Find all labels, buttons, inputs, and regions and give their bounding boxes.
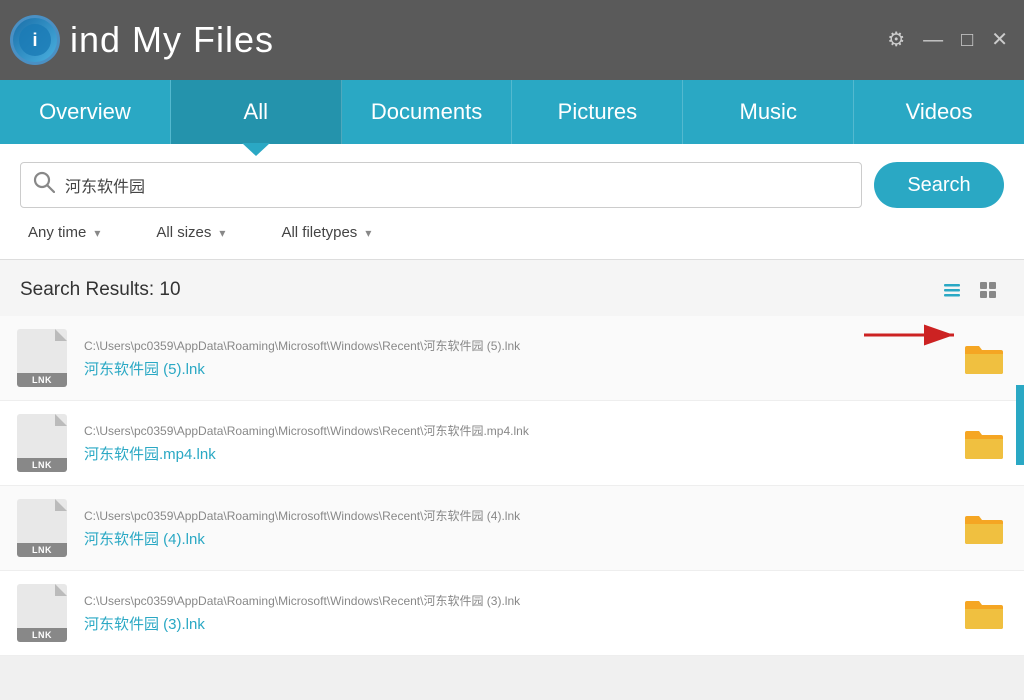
search-row: 河东软件园 Search [20, 162, 1004, 208]
file-icon: LNK [17, 414, 67, 472]
results-title: Search Results: 10 [20, 279, 181, 301]
view-controls [936, 274, 1004, 306]
tab-overview[interactable]: Overview [0, 80, 171, 144]
file-name[interactable]: 河东软件园 (4).lnk [84, 528, 958, 549]
file-path: C:\Users\pc0359\AppData\Roaming\Microsof… [84, 422, 958, 439]
file-icon-wrap: LNK [14, 413, 70, 473]
nav-tabs: Overview All Documents Pictures Music Vi… [0, 80, 1024, 144]
tab-music[interactable]: Music [683, 80, 854, 144]
list-item: LNK C:\Users\pc0359\AppData\Roaming\Micr… [0, 401, 1024, 486]
file-icon: LNK [17, 499, 67, 557]
time-filter[interactable]: Any time ▾ [20, 220, 108, 245]
file-type-label: LNK [17, 628, 67, 642]
grid-view-button[interactable] [972, 274, 1004, 306]
file-icon-wrap: LNK [14, 328, 70, 388]
file-icon: LNK [17, 584, 67, 642]
open-folder-button[interactable] [958, 417, 1010, 469]
search-area: 河东软件园 Search Any time ▾ All sizes ▾ All … [0, 144, 1024, 260]
file-icon-wrap: LNK [14, 498, 70, 558]
file-info: C:\Users\pc0359\AppData\Roaming\Microsof… [84, 337, 958, 379]
filetype-filter-chevron: ▾ [365, 226, 371, 240]
title-controls: ⚙ — □ ✕ [887, 30, 1008, 50]
list-view-button[interactable] [936, 274, 968, 306]
settings-icon[interactable]: ⚙ [887, 30, 905, 50]
open-folder-button[interactable] [958, 502, 1010, 554]
list-item: LNK C:\Users\pc0359\AppData\Roaming\Micr… [0, 486, 1024, 571]
file-path: C:\Users\pc0359\AppData\Roaming\Microsof… [84, 592, 958, 609]
size-filter-label: All sizes [156, 224, 211, 241]
file-icon-wrap: LNK [14, 583, 70, 643]
tab-documents[interactable]: Documents [342, 80, 513, 144]
filters-row: Any time ▾ All sizes ▾ All filetypes ▾ [20, 220, 1004, 245]
time-filter-chevron: ▾ [94, 226, 100, 240]
file-info: C:\Users\pc0359\AppData\Roaming\Microsof… [84, 422, 958, 464]
svg-text:i: i [32, 30, 37, 50]
file-path: C:\Users\pc0359\AppData\Roaming\Microsof… [84, 337, 958, 354]
maximize-button[interactable]: □ [961, 30, 973, 50]
file-type-label: LNK [17, 458, 67, 472]
results-header: Search Results: 10 [0, 260, 1024, 316]
size-filter-chevron: ▾ [219, 226, 225, 240]
file-info: C:\Users\pc0359\AppData\Roaming\Microsof… [84, 592, 958, 634]
app-logo: i [10, 15, 60, 65]
filetype-filter-label: All filetypes [281, 224, 357, 241]
open-folder-button[interactable] [958, 587, 1010, 639]
filetype-filter[interactable]: All filetypes ▾ [273, 220, 379, 245]
arrow-annotation [854, 315, 974, 360]
time-filter-label: Any time [28, 224, 86, 241]
app-logo-inner: i [13, 18, 57, 62]
tab-videos[interactable]: Videos [854, 80, 1024, 144]
file-type-label: LNK [17, 543, 67, 557]
scrollbar-thumb[interactable] [1016, 385, 1024, 465]
file-list: LNK C:\Users\pc0359\AppData\Roaming\Micr… [0, 316, 1024, 656]
app-title: ind My Files [70, 19, 274, 61]
file-icon: LNK [17, 329, 67, 387]
tab-all[interactable]: All [171, 80, 342, 144]
file-name[interactable]: 河东软件园.mp4.lnk [84, 443, 958, 464]
tab-pictures[interactable]: Pictures [512, 80, 683, 144]
minimize-button[interactable]: — [923, 30, 943, 50]
close-button[interactable]: ✕ [991, 30, 1008, 50]
search-button[interactable]: Search [874, 162, 1004, 208]
search-icon [33, 171, 55, 199]
title-bar: i ind My Files ⚙ — □ ✕ [0, 0, 1024, 80]
file-name[interactable]: 河东软件园 (5).lnk [84, 358, 958, 379]
search-input[interactable]: 河东软件园 [65, 173, 849, 197]
file-type-label: LNK [17, 373, 67, 387]
file-path: C:\Users\pc0359\AppData\Roaming\Microsof… [84, 507, 958, 524]
file-name[interactable]: 河东软件园 (3).lnk [84, 613, 958, 634]
search-box[interactable]: 河东软件园 [20, 162, 862, 208]
size-filter[interactable]: All sizes ▾ [148, 220, 233, 245]
list-item: LNK C:\Users\pc0359\AppData\Roaming\Micr… [0, 571, 1024, 656]
file-info: C:\Users\pc0359\AppData\Roaming\Microsof… [84, 507, 958, 549]
title-left: i ind My Files [10, 15, 274, 65]
